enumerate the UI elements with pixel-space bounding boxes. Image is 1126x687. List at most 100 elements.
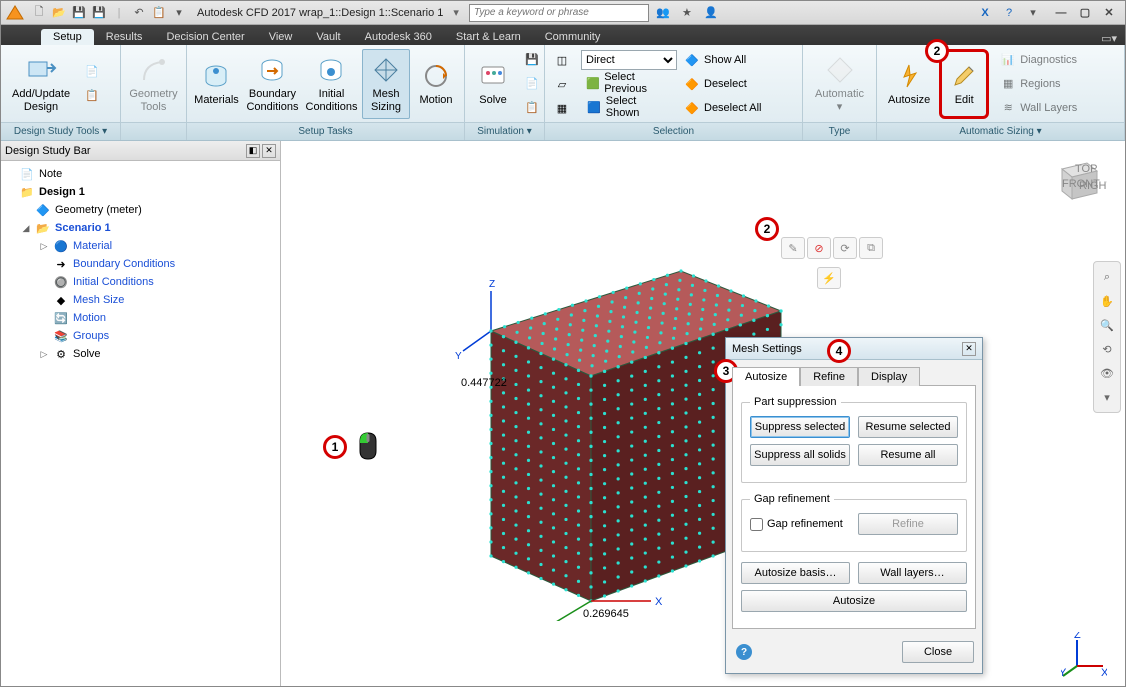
tree-scenario[interactable]: ◢📂Scenario 1 (1, 219, 280, 237)
qat-undo-icon[interactable]: ↶ (131, 5, 147, 21)
motion-button[interactable]: Motion (412, 49, 460, 119)
maximize-button[interactable]: ▢ (1073, 4, 1097, 22)
mesh-sizing-label: Mesh Sizing (371, 88, 401, 112)
note-icon: 📄 (19, 166, 35, 182)
cube-select-icon: ◫ (554, 52, 570, 68)
select-shown-button[interactable]: 🟦Select Shown (581, 96, 677, 118)
ctx-remove-icon[interactable]: ⊘ (807, 237, 831, 259)
initial-conditions-button[interactable]: Initial Conditions (303, 49, 360, 119)
exchange-icon[interactable]: X (977, 5, 993, 21)
autosize-basis-button[interactable]: Autosize basis… (741, 562, 850, 584)
ribbon-pin-icon[interactable]: ▭▾ (1093, 32, 1125, 45)
deselect-all-button[interactable]: 🔶Deselect All (679, 97, 775, 119)
qat-dropdown-icon[interactable]: ▾ (171, 5, 187, 21)
title-dropdown-icon[interactable]: ▾ (453, 6, 459, 19)
tab-vault[interactable]: Vault (304, 29, 352, 45)
tree-solve[interactable]: ▷⚙Solve (1, 345, 280, 363)
sel-icon-3[interactable]: ▦ (549, 97, 575, 119)
tree-ic[interactable]: 🔘Initial Conditions (1, 273, 280, 291)
tree-design[interactable]: 📁Design 1 (1, 183, 280, 201)
qat-new-icon[interactable]: 🗋 (31, 5, 47, 21)
materials-button[interactable]: Materials (191, 49, 242, 119)
boundary-icon (256, 54, 288, 86)
tab-community[interactable]: Community (533, 29, 613, 45)
tree-bc[interactable]: ➜Boundary Conditions (1, 255, 280, 273)
nav-lookat-icon[interactable]: 👁 (1098, 364, 1116, 382)
dialog-close-button[interactable]: Close (902, 641, 974, 663)
ctx-group-icon[interactable]: ⧉ (859, 237, 883, 259)
tree-geometry[interactable]: 🔷Geometry (meter) (1, 201, 280, 219)
tree-material[interactable]: ▷🔵Material (1, 237, 280, 255)
nav-orbit-icon[interactable]: ⟲ (1098, 340, 1116, 358)
qat-open-icon[interactable]: 📂 (51, 5, 67, 21)
resume-all-button[interactable]: Resume all (858, 444, 958, 466)
wall-layers-btn[interactable]: Wall layers… (858, 562, 967, 584)
solve-button[interactable]: Solve (469, 49, 517, 119)
tab-start-learn[interactable]: Start & Learn (444, 29, 533, 45)
edit-button[interactable]: Edit (939, 49, 989, 119)
show-all-button[interactable]: 🔷Show All (679, 49, 775, 71)
gap-refinement-checkbox[interactable] (750, 518, 763, 531)
tab-view[interactable]: View (257, 29, 305, 45)
dst-small-2[interactable]: 📋 (79, 85, 105, 107)
dialog-tab-refine[interactable]: Refine (800, 367, 858, 386)
panel-float-icon[interactable]: ◧ (246, 144, 260, 158)
sel-icon-1[interactable]: ◫ (549, 49, 575, 71)
tab-setup[interactable]: Setup (41, 29, 94, 45)
help-dropdown-icon[interactable]: ▾ (1025, 5, 1041, 21)
nav-more-icon[interactable]: ▾ (1098, 388, 1116, 406)
nav-home-icon[interactable]: ⌕ (1098, 268, 1116, 286)
add-update-design-button[interactable]: Add/Update Design (5, 49, 77, 119)
dialog-tab-autosize[interactable]: Autosize (732, 367, 800, 386)
qat-saveall-icon[interactable]: 💾 (91, 5, 107, 21)
dialog-help-icon[interactable]: ? (736, 644, 752, 660)
qat-clipboard-icon[interactable]: 📋 (151, 5, 167, 21)
user-icon[interactable]: 👤 (703, 5, 719, 21)
dialog-close-icon[interactable]: ✕ (962, 342, 976, 356)
close-window-button[interactable]: ✕ (1097, 4, 1121, 22)
group-label-dst[interactable]: Design Study Tools ▾ (1, 122, 120, 140)
dst-small-1[interactable]: 📄 (79, 61, 105, 83)
deselect-button[interactable]: 🔶Deselect (679, 73, 775, 95)
panel-close-icon[interactable]: ✕ (262, 144, 276, 158)
sim-small-1[interactable]: 💾 (519, 49, 545, 71)
help-icon[interactable]: ? (1001, 5, 1017, 21)
viewport-3d[interactable]: TOP FRONT RIGHT ⌕ ✋ 🔍 ⟲ 👁 ▾ Z Y (281, 141, 1125, 686)
community-icon[interactable]: 👥 (655, 5, 671, 21)
boundary-conditions-button[interactable]: Boundary Conditions (244, 49, 301, 119)
search-input[interactable] (469, 4, 649, 22)
group-label-autosizing[interactable]: Automatic Sizing ▾ (877, 122, 1124, 140)
suppress-all-button[interactable]: Suppress all solids (750, 444, 850, 466)
svg-text:RIGHT: RIGHT (1079, 180, 1107, 192)
ctx-bolt-icon[interactable]: ⚡ (817, 267, 841, 289)
tree-mesh[interactable]: ◆Mesh Size (1, 291, 280, 309)
resume-selected-button[interactable]: Resume selected (858, 416, 958, 438)
tab-autodesk360[interactable]: Autodesk 360 (353, 29, 444, 45)
nav-pan-icon[interactable]: ✋ (1098, 292, 1116, 310)
quick-access-toolbar: 🗋 📂 💾 💾 | ↶ 📋 ▾ (31, 5, 187, 21)
star-icon[interactable]: ★ (679, 5, 695, 21)
sel-icon-2[interactable]: ▱ (549, 73, 575, 95)
tab-results[interactable]: Results (94, 29, 155, 45)
gap-refinement-checkbox-label[interactable]: Gap refinement (750, 518, 850, 531)
ctx-refresh-icon[interactable]: ⟳ (833, 237, 857, 259)
group-label-sim[interactable]: Simulation ▾ (465, 122, 544, 140)
qat-save-icon[interactable]: 💾 (71, 5, 87, 21)
tree-groups[interactable]: 📚Groups (1, 327, 280, 345)
minimize-button[interactable]: — (1049, 4, 1073, 22)
view-cube[interactable]: TOP FRONT RIGHT (1047, 149, 1107, 209)
sim-small-3[interactable]: 📋 (519, 97, 545, 119)
nav-zoom-icon[interactable]: 🔍 (1098, 316, 1116, 334)
autosize-run-button[interactable]: Autosize (741, 590, 967, 612)
tree-motion[interactable]: 🔄Motion (1, 309, 280, 327)
mesh-sizing-button[interactable]: Mesh Sizing (362, 49, 410, 119)
regions-button: ▦Regions (995, 73, 1082, 95)
sim-small-2[interactable]: 📄 (519, 73, 545, 95)
tree-note[interactable]: 📄Note (1, 165, 280, 183)
tab-decision-center[interactable]: Decision Center (154, 29, 256, 45)
dialog-tab-display[interactable]: Display (858, 367, 920, 386)
select-previous-button[interactable]: 🟩Select Previous (581, 72, 677, 94)
selection-mode-select[interactable]: Direct (581, 50, 677, 70)
ctx-edit-icon[interactable]: ✎ (781, 237, 805, 259)
suppress-selected-button[interactable]: Suppress selected (750, 416, 850, 438)
